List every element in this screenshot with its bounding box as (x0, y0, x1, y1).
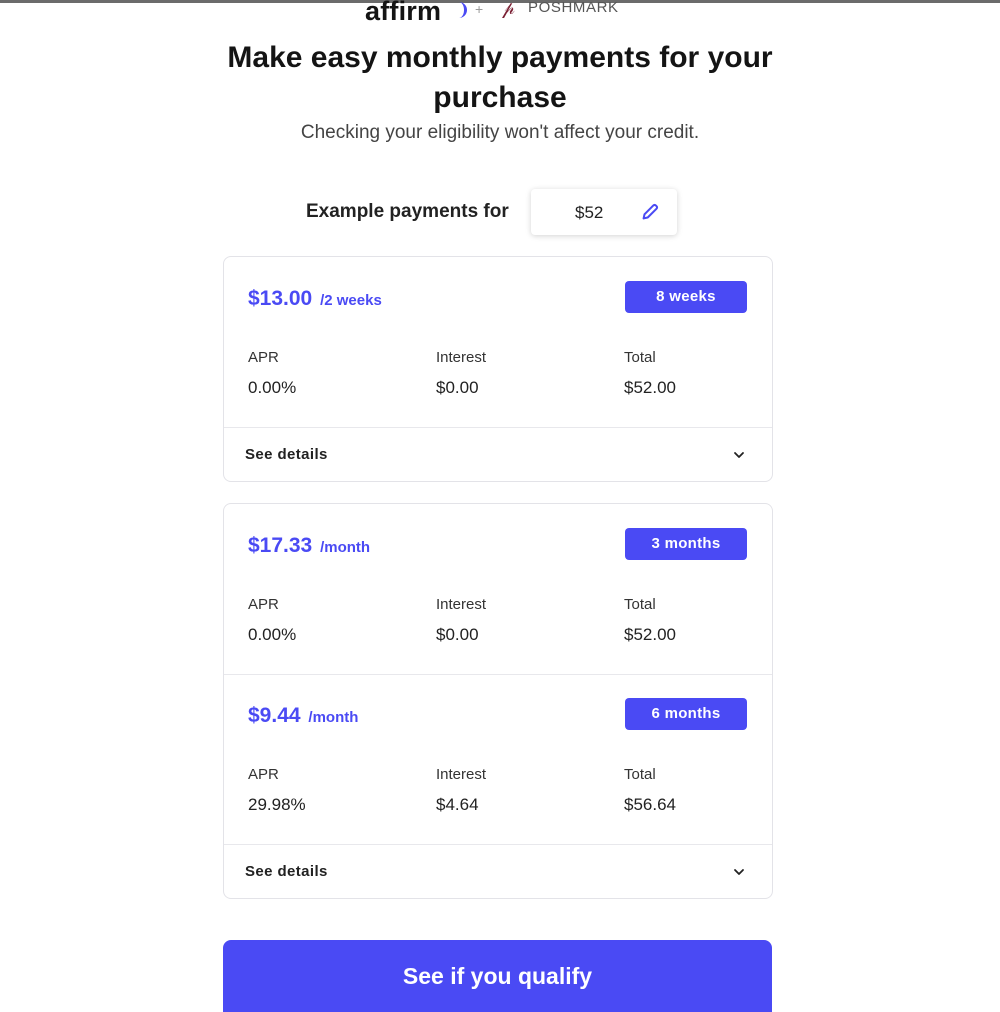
brand-header: affirm + 𝓅 POSHMARK (0, 0, 1000, 26)
plan-period: /month (308, 709, 359, 726)
see-if-you-qualify-button[interactable]: See if you qualify (223, 940, 772, 1012)
plan-option[interactable]: $17.33 /month 3 months APR Interest Tota… (224, 504, 772, 674)
see-details-toggle[interactable]: See details (224, 428, 772, 482)
total-value: $52.00 (624, 625, 676, 644)
see-details-label: See details (245, 446, 328, 463)
apr-value: 0.00% (248, 625, 297, 644)
affirm-logo: affirm (365, 0, 442, 26)
plan-price: $17.33 /month (248, 534, 370, 558)
apr-label: APR (248, 596, 279, 613)
interest-value: $0.00 (436, 625, 479, 644)
pencil-icon[interactable] (639, 201, 661, 223)
plus-separator: + (475, 1, 484, 17)
interest-label: Interest (436, 349, 487, 366)
apr-label: APR (248, 766, 279, 783)
total-value: $52.00 (624, 378, 676, 397)
example-payments-label: Example payments for (306, 201, 509, 222)
affirm-arc-icon (456, 2, 467, 18)
poshmark-logo-icon: 𝓅 (502, 0, 515, 18)
amount-value: $52 (575, 203, 604, 222)
plan-amount: $9.44 (248, 704, 301, 727)
poshmark-logo: POSHMARK (528, 0, 619, 16)
term-badge[interactable]: 8 weeks (625, 281, 747, 313)
plan-period: /month (320, 539, 371, 556)
total-label: Total (624, 596, 656, 613)
interest-value: $0.00 (436, 378, 479, 397)
amount-input[interactable]: $52 (531, 189, 677, 235)
interest-value: $4.64 (436, 795, 479, 814)
plan-period: /2 weeks (320, 292, 382, 309)
plan-card: $13.00 /2 weeks 8 weeks APR Interest Tot… (223, 256, 773, 482)
total-label: Total (624, 349, 656, 366)
interest-label: Interest (436, 766, 487, 783)
page-title: Make easy monthly payments for your purc… (227, 41, 773, 114)
chevron-down-icon (734, 452, 744, 458)
plan-price: $13.00 /2 weeks (248, 287, 382, 311)
see-details-toggle[interactable]: See details (224, 845, 772, 899)
apr-value: 29.98% (248, 795, 306, 814)
chevron-down-icon (734, 869, 744, 875)
term-badge[interactable]: 6 months (625, 698, 747, 730)
plan-option[interactable]: $9.44 /month 6 months APR Interest Total… (224, 674, 772, 844)
term-badge[interactable]: 3 months (625, 528, 747, 560)
page-subtitle: Checking your eligibility won't affect y… (300, 122, 700, 143)
plan-amount: $17.33 (248, 534, 313, 557)
plan-card: $17.33 /month 3 months APR Interest Tota… (223, 503, 773, 899)
interest-label: Interest (436, 596, 487, 613)
apr-label: APR (248, 349, 279, 366)
plan-option[interactable]: $13.00 /2 weeks 8 weeks APR Interest Tot… (224, 257, 772, 427)
apr-value: 0.00% (248, 378, 297, 397)
plan-price: $9.44 /month (248, 704, 358, 728)
total-value: $56.64 (624, 795, 676, 814)
see-details-label: See details (245, 863, 328, 880)
total-label: Total (624, 766, 656, 783)
plan-amount: $13.00 (248, 287, 313, 310)
